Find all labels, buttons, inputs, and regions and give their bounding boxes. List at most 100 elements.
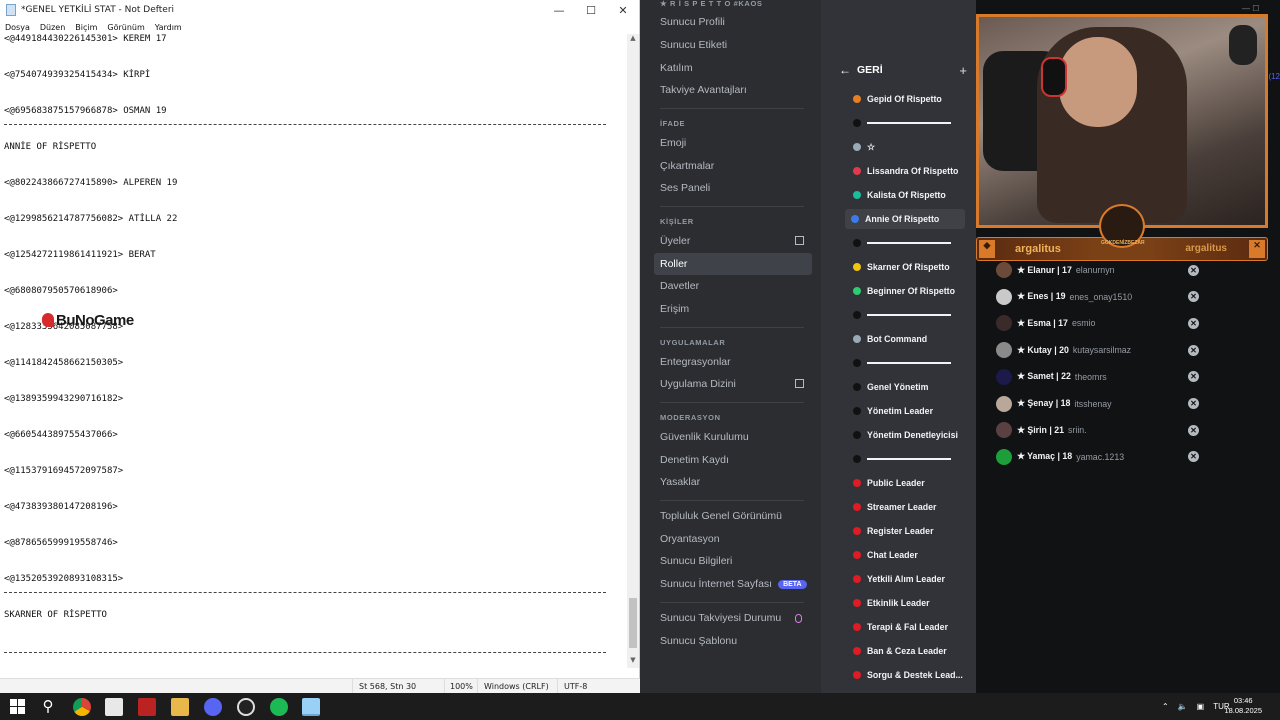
chevron-up-icon[interactable]: ⌃ xyxy=(1162,702,1169,711)
scroll-up-icon[interactable]: ▲ xyxy=(627,34,639,46)
nav-sunucu-internet-sayfasi[interactable]: Sunucu İnternet Sayfası BETA xyxy=(654,573,812,595)
role-item[interactable]: Register Leader xyxy=(847,521,965,541)
nav-entegrasyonlar[interactable]: Entegrasyonlar xyxy=(654,351,812,373)
nav-oryantasyon[interactable]: Oryantasyon xyxy=(654,528,812,550)
nav-uygulama-dizini[interactable]: Uygulama Dizini xyxy=(654,373,812,395)
role-separator[interactable] xyxy=(847,353,965,373)
speaker-icon[interactable]: 🔈 xyxy=(1178,702,1188,711)
remove-member-icon[interactable]: ✕ xyxy=(1188,451,1199,463)
nav-yasaklar[interactable]: Yasaklar xyxy=(654,471,812,493)
role-item[interactable]: Chat Leader xyxy=(847,545,965,565)
scroll-down-icon[interactable]: ▼ xyxy=(627,656,639,668)
nav-topluluk-genel-gorunumu[interactable]: Topluluk Genel Görünümü xyxy=(654,505,812,527)
role-item[interactable]: Yönetim Denetleyicisi xyxy=(847,425,965,445)
nav-denetim-kaydi[interactable]: Denetim Kaydı xyxy=(654,449,812,471)
role-name: Genel Yönetim xyxy=(867,382,929,392)
role-item[interactable]: Lissandra Of Rispetto xyxy=(847,161,965,181)
role-color-dot xyxy=(853,623,861,631)
menu-duzen[interactable]: Düzen xyxy=(40,23,65,32)
add-role-button[interactable]: + xyxy=(959,63,967,78)
minimize-icon[interactable]: — xyxy=(543,0,575,20)
role-item[interactable]: ☆ xyxy=(847,137,965,157)
role-separator[interactable] xyxy=(847,449,965,469)
network-icon[interactable]: ▣ xyxy=(1197,702,1205,711)
role-name: Yönetim Leader xyxy=(867,406,933,416)
back-button[interactable]: GERİ xyxy=(857,64,883,76)
nav-takviye-avantajlari[interactable]: Takviye Avantajları xyxy=(654,79,812,101)
clock[interactable]: 03:46 18.08.2025 xyxy=(1224,696,1262,716)
nav-cikartmalar[interactable]: Çıkartmalar xyxy=(654,155,812,177)
text-line: <@1389359943290716182> xyxy=(4,394,124,404)
role-item[interactable]: Annie Of Rispetto xyxy=(845,209,965,229)
obs-icon[interactable] xyxy=(237,698,255,716)
vertical-scrollbar[interactable]: ▲ ▼ xyxy=(627,34,639,668)
menu-bicim[interactable]: Biçim xyxy=(75,23,97,32)
role-item[interactable]: Yönetim Leader xyxy=(847,401,965,421)
notepad-icon[interactable] xyxy=(302,698,320,716)
text-line: <@754074939325415434> KİRPİ xyxy=(4,70,151,80)
role-item[interactable]: Gepid Of Rispetto xyxy=(847,89,965,109)
nav-ses-paneli[interactable]: Ses Paneli xyxy=(654,177,812,199)
remove-member-icon[interactable]: ✕ xyxy=(1188,371,1199,383)
scrollbar-thumb[interactable] xyxy=(629,598,637,648)
role-color-dot xyxy=(853,383,861,391)
nav-erisim[interactable]: Erişim xyxy=(654,298,812,320)
app-icon[interactable] xyxy=(105,698,123,716)
role-item[interactable]: Kalista Of Rispetto xyxy=(847,185,965,205)
nav-davetler[interactable]: Davetler xyxy=(654,275,812,297)
remove-member-icon[interactable]: ✕ xyxy=(1188,398,1199,409)
role-item[interactable]: Public Leader xyxy=(847,473,965,493)
nav-emoji[interactable]: Emoji xyxy=(654,132,812,154)
role-item[interactable]: Yetkili Alım Leader xyxy=(847,569,965,589)
chrome-icon[interactable] xyxy=(73,698,91,716)
zoom-level: 100% xyxy=(450,682,473,691)
role-item[interactable]: Etkinlik Leader xyxy=(847,593,965,613)
divider xyxy=(660,108,804,109)
back-arrow-icon[interactable]: ← xyxy=(839,63,851,77)
role-item[interactable]: Ban & Ceza Leader xyxy=(847,641,965,661)
menu-yardim[interactable]: Yardım xyxy=(155,23,182,32)
remove-member-icon[interactable]: ✕ xyxy=(1188,317,1199,329)
role-item[interactable]: Genel Yönetim xyxy=(847,377,965,397)
menu-gorunum[interactable]: Görünüm xyxy=(107,23,144,32)
windows-start-icon[interactable] xyxy=(10,699,28,717)
nav-sunucu-sablonu[interactable]: Sunucu Şablonu xyxy=(654,630,812,652)
notepad-text-area[interactable]: <@449184430226145301> KEREM 17 <@7540749… xyxy=(0,34,628,668)
remove-member-icon[interactable]: ✕ xyxy=(1188,264,1199,276)
role-separator[interactable] xyxy=(847,305,965,325)
member-username: sriin. xyxy=(1068,425,1087,436)
maximize-icon[interactable]: ☐ xyxy=(575,0,607,20)
remove-member-icon[interactable]: ✕ xyxy=(1188,424,1199,436)
spotify-icon[interactable] xyxy=(270,698,288,716)
remove-member-icon[interactable]: ✕ xyxy=(1188,344,1199,356)
role-item[interactable]: Skarner Of Rispetto xyxy=(847,257,965,277)
role-item[interactable]: Sorgu & Destek Lead... xyxy=(847,665,965,685)
text-line: <@680807950570618906> xyxy=(4,286,118,296)
voicemeeter-icon[interactable] xyxy=(138,698,156,716)
role-separator[interactable] xyxy=(847,233,965,253)
nav-roller[interactable]: Roller xyxy=(654,253,812,275)
nav-uyeler[interactable]: Üyeler xyxy=(654,230,812,252)
remove-member-icon[interactable]: ✕ xyxy=(1188,291,1199,303)
file-explorer-icon[interactable] xyxy=(171,698,189,716)
nav-sunucu-profili[interactable]: Sunucu Profili xyxy=(654,11,812,33)
nav-guvenlik-kurulumu[interactable]: Güvenlik Kurulumu xyxy=(654,426,812,448)
section-kisiler: KİŞİLER xyxy=(660,217,694,226)
discord-icon[interactable] xyxy=(204,698,222,716)
role-item[interactable]: Terapi & Fal Leader xyxy=(847,617,965,637)
menu-dosya[interactable]: Dosya xyxy=(5,23,30,32)
close-icon[interactable]: ✕ xyxy=(607,0,639,20)
search-icon[interactable]: ⚲ xyxy=(39,698,57,716)
role-name: Kalista Of Rispetto xyxy=(867,190,946,200)
role-item[interactable]: Bot Command xyxy=(847,329,965,349)
nav-sunucu-bilgileri[interactable]: Sunucu Bilgileri xyxy=(654,550,812,572)
role-separator[interactable] xyxy=(847,113,965,133)
role-item[interactable]: Streamer Leader xyxy=(847,497,965,517)
nav-sunucu-takviyesi-durumu[interactable]: Sunucu Takviyesi Durumu xyxy=(654,607,812,629)
role-item[interactable]: Beginner Of Rispetto xyxy=(847,281,965,301)
dashed-separator xyxy=(4,124,606,125)
nav-sunucu-etiketi[interactable]: Sunucu Etiketi xyxy=(654,34,812,56)
external-link-icon xyxy=(795,379,804,388)
nav-katilim[interactable]: Katılım xyxy=(654,57,812,79)
avatar xyxy=(996,368,1012,385)
